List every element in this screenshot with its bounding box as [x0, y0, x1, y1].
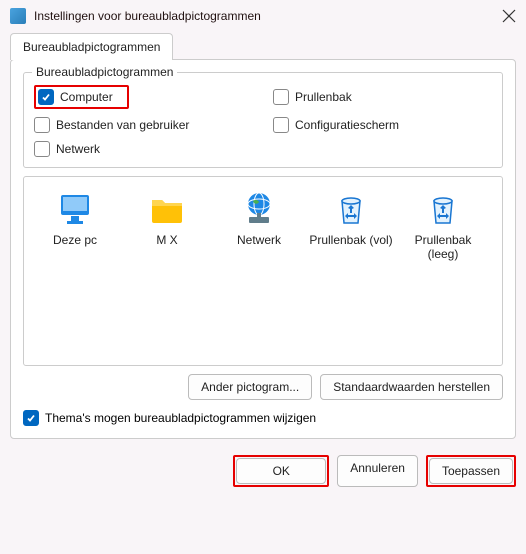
highlight-apply: Toepassen — [426, 455, 516, 487]
checkbox-label: Thema's mogen bureaubladpictogrammen wij… — [45, 411, 316, 425]
window-title: Instellingen voor bureaubladpictogrammen — [34, 9, 502, 23]
checkbox-box — [34, 117, 50, 133]
checkbox-label: Bestanden van gebruiker — [56, 118, 189, 132]
recycle-bin-full-icon — [331, 189, 371, 229]
group-legend: Bureaubladpictogrammen — [32, 65, 177, 79]
checkbox-box — [34, 141, 50, 157]
icon-bin-full[interactable]: Prullenbak (vol) — [308, 189, 394, 262]
checkbox-label: Netwerk — [56, 142, 100, 156]
checkbox-box — [273, 117, 289, 133]
titlebar: Instellingen voor bureaubladpictogrammen — [0, 0, 526, 32]
checkbox-allow-themes[interactable]: Thema's mogen bureaubladpictogrammen wij… — [23, 410, 503, 426]
checkbox-control-panel[interactable]: Configuratiescherm — [273, 117, 492, 133]
icon-bin-empty[interactable]: Prullenbak (leeg) — [400, 189, 486, 262]
checkbox-network[interactable]: Netwerk — [34, 141, 253, 157]
checkbox-user-files[interactable]: Bestanden van gebruiker — [34, 117, 253, 133]
icon-user-folder[interactable]: M X — [124, 189, 210, 262]
globe-icon — [239, 189, 279, 229]
tab-panel: Bureaubladpictogrammen Computer Prullenb… — [10, 59, 516, 439]
checkbox-label: Configuratiescherm — [295, 118, 399, 132]
tab-desktop-icons[interactable]: Bureaubladpictogrammen — [10, 33, 173, 60]
checkbox-box — [273, 89, 289, 105]
checkmark-icon — [23, 410, 39, 426]
icon-this-pc[interactable]: Deze pc — [32, 189, 118, 262]
change-icon-button[interactable]: Ander pictogram... — [188, 374, 312, 400]
apply-button[interactable]: Toepassen — [429, 458, 513, 484]
restore-defaults-button[interactable]: Standaardwaarden herstellen — [320, 374, 503, 400]
icon-label: Prullenbak (vol) — [308, 233, 394, 247]
icon-network[interactable]: Netwerk — [216, 189, 302, 262]
icon-label: Deze pc — [32, 233, 118, 247]
highlight-computer: Computer — [34, 85, 129, 109]
checkmark-icon — [38, 89, 54, 105]
tabbar: Bureaubladpictogrammen — [0, 32, 526, 59]
cancel-button[interactable]: Annuleren — [337, 455, 418, 487]
icon-label: Prullenbak (leeg) — [400, 233, 486, 262]
icon-label: M X — [124, 233, 210, 247]
monitor-icon — [55, 189, 95, 229]
desktop-icons-group: Bureaubladpictogrammen Computer Prullenb… — [23, 72, 503, 168]
recycle-bin-empty-icon — [423, 189, 463, 229]
dialog-buttons: OK Annuleren Toepassen — [0, 449, 526, 497]
checkbox-recycle-bin[interactable]: Prullenbak — [273, 85, 492, 109]
highlight-ok: OK — [233, 455, 329, 487]
ok-button[interactable]: OK — [236, 458, 326, 484]
checkbox-computer[interactable]: Computer — [38, 89, 113, 105]
close-icon[interactable] — [502, 9, 516, 23]
icon-label: Netwerk — [216, 233, 302, 247]
icon-preview-list: Deze pc M X Netwerk Prullenbak (vol) — [23, 176, 503, 366]
folder-icon — [147, 189, 187, 229]
app-icon — [10, 8, 26, 24]
checkbox-label: Prullenbak — [295, 90, 352, 104]
checkbox-label: Computer — [60, 90, 113, 104]
